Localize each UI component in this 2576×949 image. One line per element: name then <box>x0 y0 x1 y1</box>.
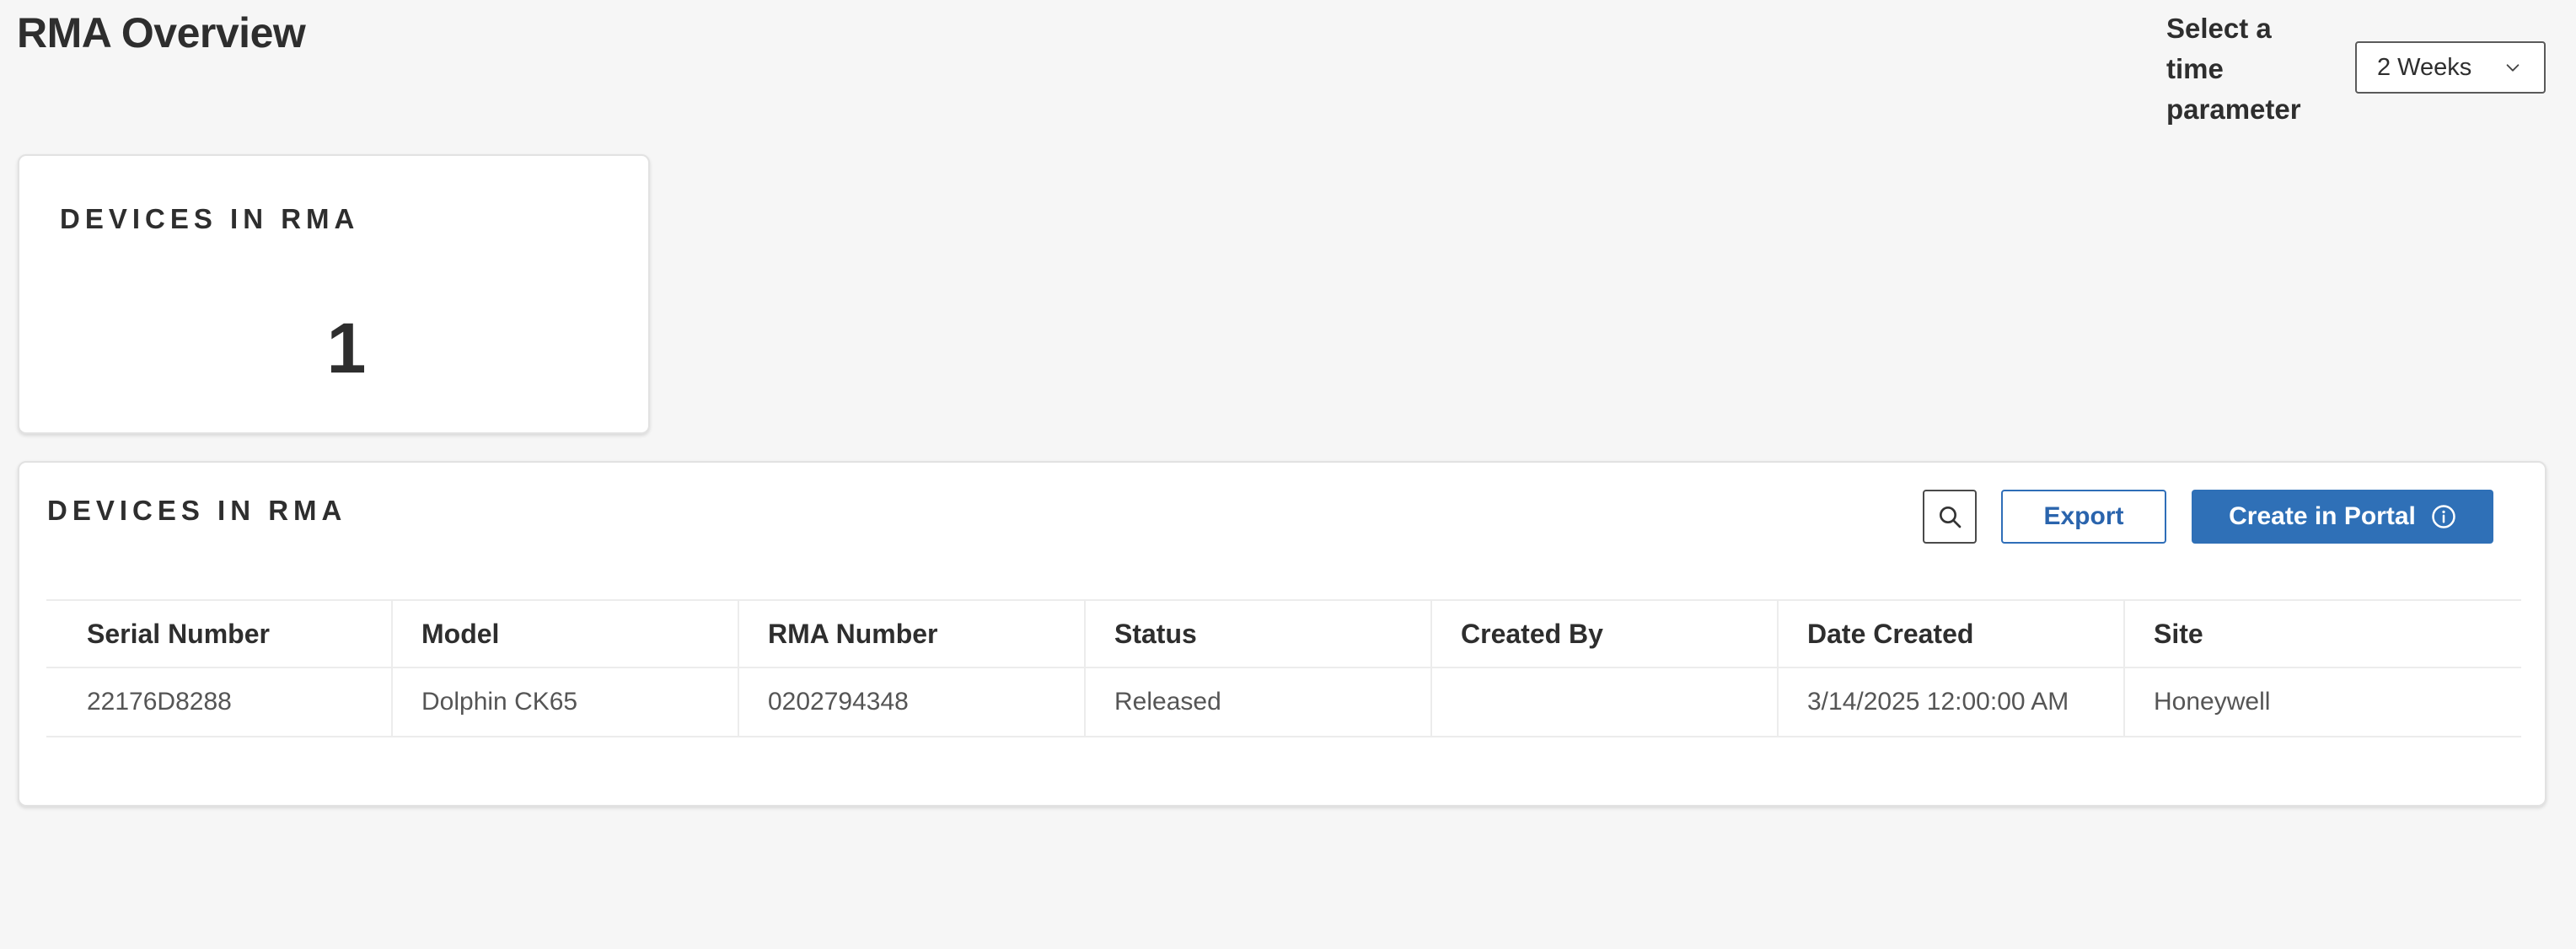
table-title: DEVICES IN RMA <box>47 495 347 526</box>
cell-model: Dolphin CK65 <box>393 668 739 736</box>
cell-rma-number: 0202794348 <box>739 668 1086 736</box>
rma-devices-table: Serial Number Model RMA Number Status Cr… <box>46 599 2521 737</box>
chevron-down-icon <box>2506 64 2520 72</box>
column-header-serial-number[interactable]: Serial Number <box>46 601 393 667</box>
cell-status: Released <box>1086 668 1432 736</box>
column-header-date-created[interactable]: Date Created <box>1779 601 2125 667</box>
search-button[interactable] <box>1923 490 1977 544</box>
column-header-created-by[interactable]: Created By <box>1432 601 1779 667</box>
table-row[interactable]: 22176D8288 Dolphin CK65 0202794348 Relea… <box>46 668 2521 737</box>
column-header-status[interactable]: Status <box>1086 601 1432 667</box>
column-header-site[interactable]: Site <box>2125 601 2521 667</box>
table-header-row: Serial Number Model RMA Number Status Cr… <box>46 599 2521 668</box>
search-icon <box>1940 507 1962 528</box>
devices-in-rma-kpi-card: DEVICES IN RMA 1 <box>18 154 650 434</box>
kpi-title: DEVICES IN RMA <box>60 203 360 234</box>
rma-overview-page: RMA Overview Select a time parameter 2 W… <box>0 0 2576 949</box>
cell-site: Honeywell <box>2154 688 2271 716</box>
devices-in-rma-table-card: DEVICES IN RMA Export Create in Portal S… <box>18 461 2546 807</box>
cell-serial-number: 22176D8288 <box>46 668 393 736</box>
cell-created-by <box>1432 668 1779 736</box>
page-title: RMA Overview <box>17 9 306 56</box>
column-header-rma-number[interactable]: RMA Number <box>739 601 1086 667</box>
kpi-value: 1 <box>326 308 367 388</box>
time-parameter-label: Select a time parameter <box>2166 13 2301 125</box>
time-parameter-select[interactable]: 2 Weeks <box>2355 41 2546 94</box>
column-header-model[interactable]: Model <box>393 601 739 667</box>
create-in-portal-button[interactable]: Create in Portal <box>2192 490 2493 544</box>
create-in-portal-label: Create in Portal <box>2229 502 2416 530</box>
time-parameter-value: 2 Weeks <box>2377 53 2472 81</box>
export-button[interactable]: Export <box>2001 490 2166 544</box>
info-icon <box>2432 505 2455 528</box>
cell-date-created: 3/14/2025 12:00:00 AM <box>1779 668 2125 736</box>
